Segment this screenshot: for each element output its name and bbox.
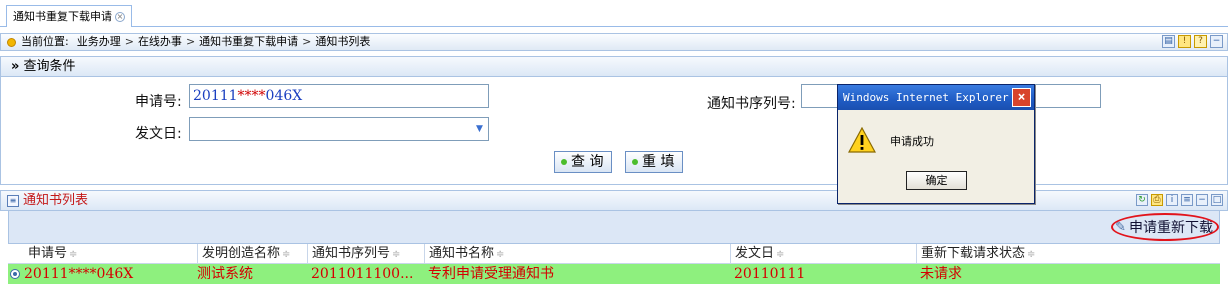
- warning-triangle-icon: [848, 127, 876, 153]
- search-button-label: 查 询: [571, 154, 604, 170]
- refresh-icon[interactable]: ↻: [1136, 194, 1148, 206]
- ok-button[interactable]: 确定: [906, 171, 967, 190]
- cell-app-no-start: 20111: [24, 266, 69, 282]
- table-header: 申请号 ≑ 发明创造名称 ≑ 通知书序列号 ≑ 通知书名称 ≑ 发文日 ≑ 重新下载请求状…: [8, 244, 1220, 264]
- location-dot-icon: [7, 37, 16, 47]
- maximize-icon[interactable]: □: [1211, 194, 1223, 206]
- list-icon[interactable]: ≡: [1181, 194, 1193, 206]
- sort-icon: ≑: [282, 249, 291, 260]
- list-icon: ≡: [7, 194, 19, 207]
- print-icon[interactable]: ⎙: [1151, 194, 1163, 206]
- help-icon[interactable]: ?: [1194, 35, 1207, 48]
- breadcrumb-item[interactable]: 在线办事: [138, 34, 182, 50]
- app-no-value-end: 046X: [265, 88, 303, 104]
- breadcrumb-prefix: 当前位置:: [21, 35, 69, 48]
- dialog-message: 申请成功: [890, 135, 934, 148]
- sort-icon: ≑: [392, 249, 401, 260]
- date-input[interactable]: ▼: [189, 117, 489, 141]
- date-label: 发文日:: [135, 126, 182, 142]
- dialog-titlebar[interactable]: Windows Internet Explorer ×: [838, 85, 1034, 110]
- cell-app-no-mask: ****: [68, 266, 97, 282]
- reset-button-label: 重 填: [642, 154, 675, 170]
- bullet-icon: [632, 159, 638, 165]
- column-header[interactable]: 通知书名称 ≑: [424, 244, 730, 264]
- cell-notice-name: 专利申请受理通知书: [428, 266, 554, 282]
- list-section-title: 通知书列表: [23, 193, 89, 208]
- radio-icon[interactable]: [10, 269, 20, 279]
- column-header[interactable]: 申请号 ≑: [24, 244, 197, 264]
- dialog-title: Windows Internet Explorer: [843, 91, 1009, 104]
- cell-app-no: 20111****046X: [24, 264, 194, 284]
- column-header[interactable]: 发文日 ≑: [730, 244, 916, 264]
- breadcrumb-item[interactable]: 业务办理: [77, 34, 121, 50]
- breadcrumb-separator: >: [185, 35, 196, 48]
- column-label: 发明创造名称: [202, 246, 281, 261]
- sort-icon: ≑: [1027, 249, 1036, 260]
- chevron-down-icon[interactable]: ▼: [474, 124, 485, 135]
- tab-strip: 通知书重复下载申请 ×: [0, 0, 1228, 27]
- query-section-title: 查询条件: [23, 59, 76, 74]
- column-label: 通知书序列号: [312, 246, 391, 261]
- list-section-header: ≡ 通知书列表 ↻ ⎙ i ≡ − □: [0, 190, 1228, 211]
- breadcrumb-separator: >: [302, 35, 312, 48]
- app-no-mask: ****: [237, 88, 266, 104]
- minimize-icon[interactable]: −: [1210, 35, 1223, 48]
- highlight-annotation: [1111, 213, 1219, 241]
- serial-no-label: 通知书序列号:: [707, 96, 796, 112]
- app-no-label: 申请号:: [135, 94, 182, 110]
- list-toolbar: ✎ 申请重新下载: [8, 211, 1220, 244]
- sort-icon: ≑: [496, 249, 505, 260]
- app-no-value: 20111: [193, 88, 238, 104]
- app-no-input[interactable]: 20111****046X: [189, 84, 489, 108]
- sort-icon: ≑: [69, 249, 78, 260]
- cell-issue-date: 20110111: [734, 266, 806, 282]
- warning-icon[interactable]: !: [1178, 35, 1191, 48]
- sort-icon: ≑: [776, 249, 785, 260]
- column-header[interactable]: 重新下载请求状态 ≑: [916, 244, 1220, 264]
- save-icon[interactable]: ▤: [1162, 35, 1175, 48]
- info-icon[interactable]: i: [1166, 194, 1178, 206]
- cell-app-no-end: 046X: [96, 266, 134, 282]
- cell-invention-name: 测试系统: [197, 266, 253, 282]
- tab-label: 通知书重复下载申请: [13, 9, 112, 23]
- column-label: 发文日: [735, 246, 775, 261]
- column-header[interactable]: 发明创造名称 ≑: [197, 244, 307, 264]
- search-button[interactable]: 查 询: [554, 151, 613, 173]
- cell-serial-no: 2011011100...: [311, 266, 414, 282]
- breadcrumb-separator: >: [124, 35, 134, 48]
- cell-status: 未请求: [920, 266, 962, 282]
- close-icon[interactable]: ×: [115, 11, 125, 22]
- tab-notice-redownload[interactable]: 通知书重复下载申请 ×: [6, 5, 132, 27]
- column-label: 重新下载请求状态: [921, 246, 1026, 261]
- column-header[interactable]: 通知书序列号 ≑: [307, 244, 424, 264]
- column-label: 通知书名称: [429, 246, 495, 261]
- close-icon[interactable]: ×: [1012, 88, 1031, 107]
- breadcrumb-item[interactable]: 通知书列表: [315, 34, 370, 50]
- query-panel: 申请号: 20111****046X 通知书序列号: 发文日: ▼ 查 询 重 …: [0, 77, 1228, 185]
- minimize-icon[interactable]: −: [1196, 194, 1208, 206]
- table-row[interactable]: 20111****046X 测试系统 2011011100... 专利申请受理通…: [8, 264, 1220, 284]
- query-section-header[interactable]: » 查询条件: [0, 56, 1228, 77]
- column-label: 申请号: [28, 246, 68, 261]
- bullet-icon: [561, 159, 567, 165]
- alert-dialog: Windows Internet Explorer × 申请成功 确定: [837, 84, 1035, 204]
- breadcrumb-item[interactable]: 通知书重复下载申请: [199, 34, 298, 50]
- reset-button[interactable]: 重 填: [625, 151, 684, 173]
- collapse-chevron-icon: »: [11, 59, 20, 74]
- breadcrumb: 当前位置: 业务办理 > 在线办事 > 通知书重复下载申请 > 通知书列表 ▤ …: [0, 33, 1228, 51]
